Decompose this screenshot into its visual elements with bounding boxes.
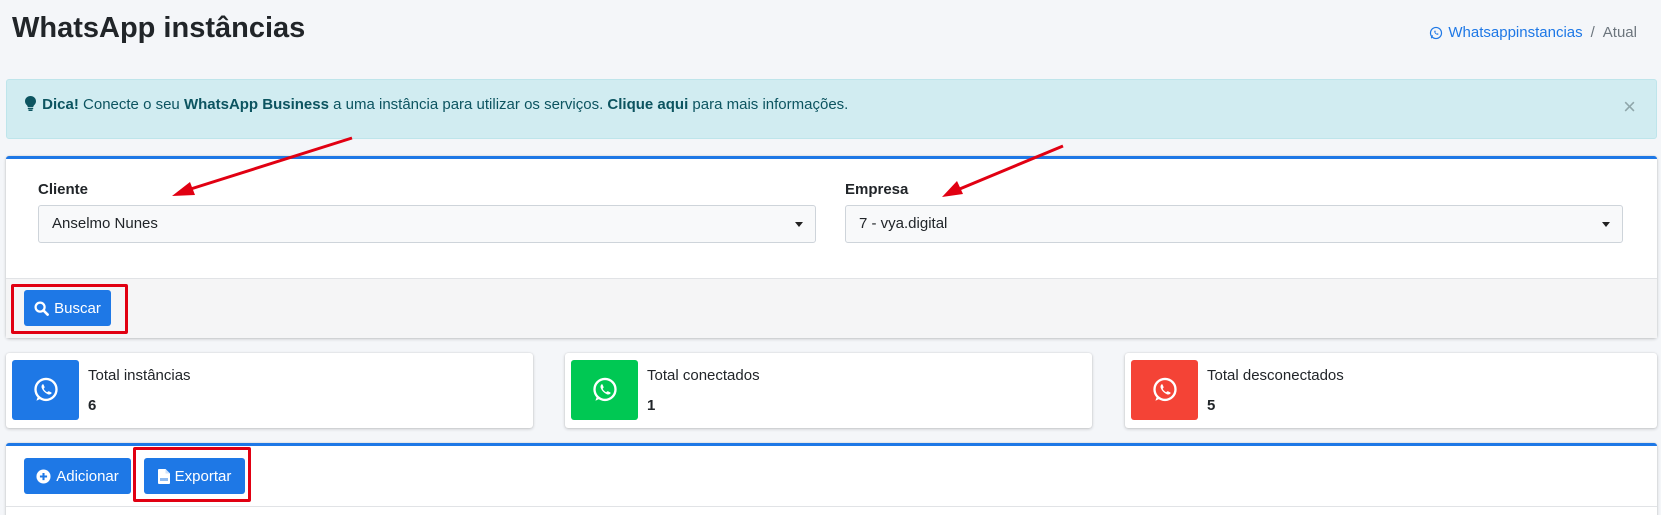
annotation-arrows [172, 136, 1064, 197]
annotation-arrowhead-cliente [172, 182, 195, 196]
annotation-arrow-empresa [949, 144, 1064, 195]
annotation-arrow-cliente [177, 136, 353, 195]
annotation-arrowhead-empresa [942, 181, 963, 197]
